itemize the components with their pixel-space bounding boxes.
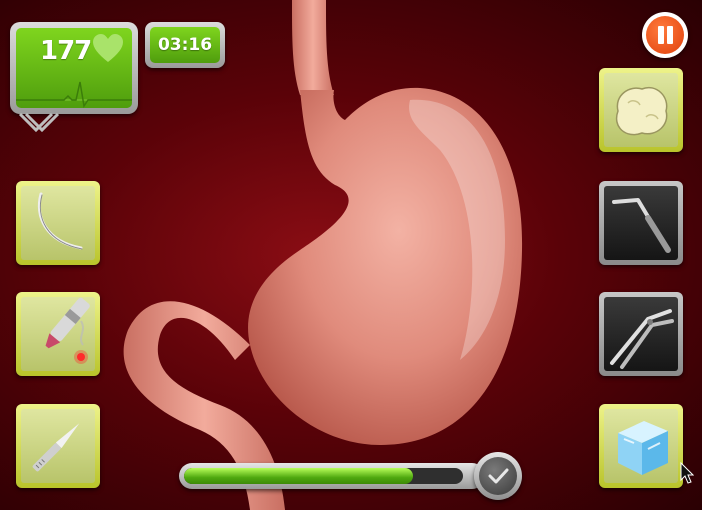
tool-suture-thread[interactable] (16, 181, 100, 265)
probe-icon (612, 198, 671, 253)
confirm-button[interactable] (474, 452, 522, 500)
forceps-icon (610, 309, 674, 369)
progress-track (184, 468, 463, 484)
heart-rate-value: 177 (40, 36, 92, 66)
tool-scalpel[interactable] (16, 404, 100, 488)
laser-icon (45, 297, 90, 364)
surgery-progress-bar (179, 463, 485, 489)
pause-button[interactable] (642, 12, 688, 58)
tool-ice-cube[interactable] (599, 404, 683, 488)
tool-probe[interactable] (599, 181, 683, 265)
ice-cube-icon (618, 421, 668, 475)
monitor-mount (18, 112, 60, 133)
progress-fill (184, 468, 413, 484)
heart-icon (93, 34, 123, 62)
surgery-scene: 177 03:16 (0, 0, 702, 510)
timer-screen: 03:16 (150, 27, 220, 63)
tool-laser-cauterizer[interactable] (16, 292, 100, 376)
pause-icon (646, 16, 684, 54)
monitor-screen: 177 (16, 28, 132, 108)
scalpel-icon (32, 423, 80, 472)
timer-value: 03:16 (157, 35, 213, 55)
mouse-cursor-icon (680, 462, 694, 484)
tool-forceps[interactable] (599, 292, 683, 376)
timer-display: 03:16 (145, 22, 225, 68)
tool-sponge[interactable] (599, 68, 683, 152)
check-icon (488, 468, 509, 484)
ecg-trace (16, 81, 132, 108)
suture-icon (37, 192, 83, 250)
sponge-icon (615, 86, 668, 136)
heart-rate-monitor: 177 (10, 22, 138, 114)
